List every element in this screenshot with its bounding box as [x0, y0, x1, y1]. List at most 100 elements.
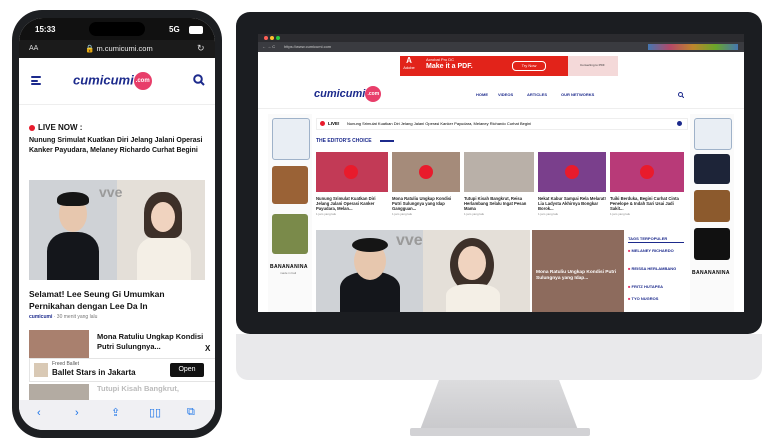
reload-icon[interactable]: ↻ — [197, 43, 205, 54]
adobe-ad-banner[interactable]: A Adobe Acrobat Pro DC Make it a PDF. Try… — [268, 54, 734, 78]
tag-item[interactable]: ■ TYO NUGROS — [628, 296, 684, 301]
share-icon[interactable]: ⇪ — [111, 406, 120, 419]
hero-title[interactable]: Selamat! Lee Seung Gi Umumkan Pernikahan… — [29, 288, 209, 312]
back-icon[interactable]: ‹ — [37, 407, 41, 419]
desktop-hero-image[interactable]: vve — [316, 230, 530, 312]
card-time: 1 jam yang lalu — [392, 212, 413, 216]
adobe-brand: Adobe — [403, 65, 415, 70]
dynamic-island — [89, 22, 145, 36]
ad-close-button[interactable]: X — [205, 344, 210, 353]
desktop-live-headline[interactable]: Nunung Srimulat Kuatkan Diri Jelang Jala… — [347, 121, 531, 126]
card-time: 1 jam yang lalu — [464, 212, 485, 216]
close-window-icon[interactable] — [264, 36, 268, 40]
live-now-label: LIVE NOW : — [29, 123, 82, 132]
nav-networks[interactable]: OUR NETWORKS — [561, 92, 594, 97]
pause-icon[interactable] — [677, 121, 682, 126]
browser-tab-bar — [258, 34, 744, 42]
desktop-site-header: cumicumi .com HOME VIDEOS ARTICLES OUR NE… — [258, 80, 744, 109]
phone-site-header: cumicumi .com — [19, 58, 215, 105]
card-thumb[interactable] — [610, 152, 684, 192]
card-title[interactable]: Nunung Srimulat Kuatkan Diri Jelang Jala… — [316, 196, 388, 211]
hero-backdrop-letters: vve — [99, 184, 123, 200]
ad-line2: Make it a PDF. — [426, 63, 473, 70]
desktop-search-icon[interactable] — [678, 92, 684, 98]
minimize-window-icon[interactable] — [270, 36, 274, 40]
nav-articles[interactable]: ARTICLES — [527, 92, 547, 97]
ad-try-button[interactable]: Try Now — [512, 61, 546, 71]
bag-brown-icon — [272, 166, 308, 204]
bag-toile-right-icon — [694, 118, 732, 150]
next-item-thumbnail[interactable] — [29, 384, 89, 400]
site-logo[interactable]: cumicumi .com — [73, 72, 152, 90]
nav-home[interactable]: HOME — [476, 92, 488, 97]
hero-image[interactable]: vve — [29, 180, 205, 280]
live-headline[interactable]: Nunung Srimulat Kuatkan Diri Jelang Jala… — [29, 136, 209, 156]
live-dot-icon — [29, 124, 35, 131]
logo-text: cumicumi — [73, 72, 134, 88]
hero-time: 30 menit yang lalu — [56, 314, 98, 320]
card-thumb[interactable] — [464, 152, 534, 192]
tabs-icon[interactable]: ⧉ — [187, 406, 195, 419]
desktop-live-dot-icon — [320, 121, 325, 126]
card-title[interactable]: Nekat Kabur Sampai Rela Melarat! Lia Lad… — [538, 196, 606, 211]
nav-arrows-icon[interactable]: ← → C — [262, 44, 275, 49]
phone-ad-banner[interactable]: Freed Ballet Ballet Stars in Jakarta Ope… — [29, 358, 215, 382]
bookmarks-icon[interactable]: ▯▯ — [149, 406, 161, 419]
hero-person-right-body — [137, 236, 191, 280]
left-brand: BANANANINA — [270, 264, 308, 270]
author-logo: cumicumi — [29, 314, 53, 320]
signal-indicator: 5G — [169, 25, 180, 34]
desktop-screen: ← → C https://www.cumicumi.com A Adobe Ac… — [258, 34, 744, 312]
ad-open-button[interactable]: Open — [170, 363, 204, 377]
tag-label: TYO NUGROS — [631, 296, 659, 301]
hero-person-left-hair — [57, 192, 89, 206]
bag-black-icon — [694, 228, 730, 260]
feature-caption[interactable]: Mona Ratuliu Ungkap Kondisi Putri Sulung… — [536, 270, 624, 282]
tags-underline — [628, 242, 684, 243]
search-icon[interactable] — [193, 74, 205, 86]
tag-label: FRITZ HUTAPEA — [631, 284, 664, 289]
browser-address-bar[interactable]: ← → C https://www.cumicumi.com — [258, 42, 744, 52]
tag-item[interactable]: ■ FRITZ HUTAPEA — [628, 284, 684, 289]
ad-title: Freed Ballet — [52, 361, 79, 367]
nav-videos[interactable]: VIDEOS — [498, 92, 513, 97]
right-brand: BANANANINA — [692, 270, 730, 276]
card-time: 1 jam yang lalu — [610, 212, 631, 216]
item-title[interactable]: Mona Ratuliu Ungkap Kondisi Putri Sulung… — [97, 332, 207, 352]
card-title[interactable]: Mona Ratuliu Ungkap Kondisi Putri Sulung… — [392, 196, 460, 211]
card-title[interactable]: Tuiki Berduka, Begini Curhat Cinta Penel… — [610, 196, 684, 211]
monitor-stand — [420, 380, 578, 430]
right-side-ad[interactable]: BANANANINA — [690, 114, 734, 312]
desktop-live-label: LIVE! — [328, 121, 340, 126]
monitor-base — [410, 428, 590, 436]
text-size-button[interactable]: AA — [29, 45, 38, 52]
phone-screen: 15:33 5G AA 🔒 m.cumicumi.com ↻ cumicumi.… — [19, 18, 215, 430]
hero-person-left-body — [47, 232, 99, 280]
safari-toolbar: ‹ › ⇪ ▯▯ ⧉ — [19, 400, 215, 430]
hamburger-menu-icon[interactable] — [31, 76, 41, 85]
item-thumbnail[interactable] — [29, 330, 89, 358]
desktop-logo[interactable]: cumicumi .com — [314, 86, 382, 102]
phone-address-bar[interactable]: AA 🔒 m.cumicumi.com ↻ — [19, 40, 215, 58]
card-thumb[interactable] — [392, 152, 460, 192]
left-side-ad[interactable]: BANANANINA made in bali — [268, 114, 312, 312]
phone-status-bar: 15:33 5G — [19, 18, 215, 40]
card-thumb[interactable] — [538, 152, 606, 192]
card-thumb[interactable] — [316, 152, 388, 192]
maximize-window-icon[interactable] — [276, 36, 280, 40]
desktop-logo-text: cumicumi — [314, 87, 366, 100]
tag-item[interactable]: ■ REISSA HERLAMBANG — [628, 266, 684, 271]
extension-icons[interactable] — [648, 44, 738, 50]
url-text[interactable]: 🔒 m.cumicumi.com — [85, 44, 153, 53]
bag-saddle-icon — [694, 190, 730, 222]
desktop-url[interactable]: https://www.cumicumi.com — [284, 44, 331, 49]
next-item-title[interactable]: Tutupi Kisah Bangkrut, — [97, 384, 179, 393]
battery-icon — [189, 26, 203, 34]
card-title[interactable]: Tutupi Kisah Bangkrut, Reisa Herlambang … — [464, 196, 534, 211]
desktop-live-bar[interactable]: LIVE! Nunung Srimulat Kuatkan Diri Jelan… — [316, 118, 688, 130]
forward-icon[interactable]: › — [75, 407, 79, 419]
bag-navy-icon — [694, 154, 730, 184]
monitor-chin — [236, 334, 762, 380]
tag-item[interactable]: ■ MELANEY RICHARDO — [628, 248, 684, 253]
status-time: 15:33 — [35, 25, 56, 34]
